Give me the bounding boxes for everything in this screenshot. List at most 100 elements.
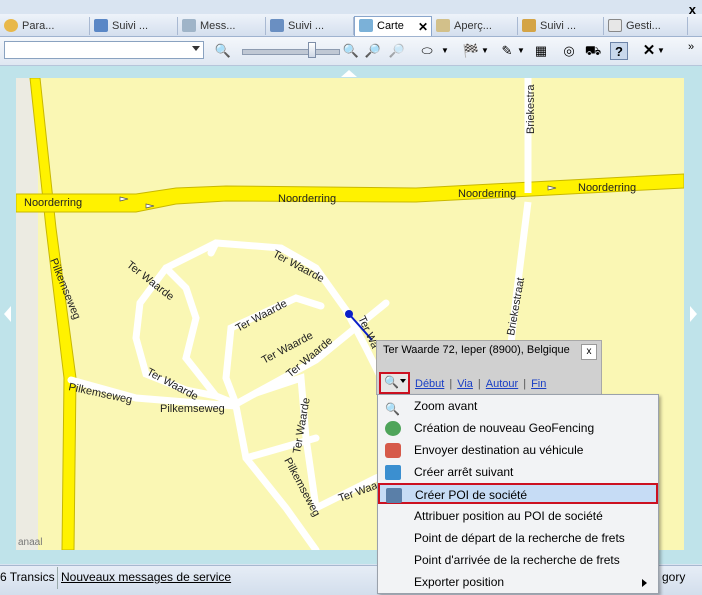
clock-icon [608, 19, 622, 32]
message-icon [182, 19, 196, 32]
add-poi-icon [386, 488, 402, 503]
send-destination-icon [385, 443, 401, 458]
map-icon [359, 19, 373, 32]
tab-suivi-2[interactable]: Suivi ... [266, 17, 354, 35]
chevron-right-icon [642, 579, 647, 587]
document-icon [522, 19, 536, 32]
menu-item-freight-start[interactable]: Point de départ de la recherche de frets [379, 528, 657, 549]
menu-item-label: Création de nouveau GeoFencing [414, 421, 595, 435]
tab-label: Mess... [200, 20, 236, 32]
compass-icon[interactable]: ◎ [560, 42, 578, 60]
tab-suivi-3[interactable]: Suivi ... [518, 17, 604, 35]
zoom-extent-icon[interactable]: 🔎 [388, 42, 406, 60]
menu-item-label: Exporter position [414, 575, 505, 589]
tab-label: Gesti... [626, 20, 661, 32]
zoom-in-icon[interactable]: 🔍 [342, 42, 360, 60]
overview-icon [436, 19, 450, 32]
map-toolbar: 🔍 🔍 🔎 🔎 ⬭ ▼ 🏁 ▼ ✎ ▼ ▦ ◎ ⛟ ? ✕ ▼ » [0, 37, 702, 66]
tab-gestion[interactable]: Gesti... [604, 17, 688, 35]
location-popup: Ter Waarde 72, Ieper (8900), Belgique x … [376, 340, 602, 395]
selected-position-marker [345, 310, 353, 318]
layers-icon[interactable]: ▦ [532, 42, 550, 60]
tab-label: Para... [22, 20, 55, 32]
zoom-slider[interactable] [242, 49, 340, 55]
route-tool-icon[interactable]: ⬭ [416, 42, 438, 60]
tab-suivi-1[interactable]: Suivi ... [90, 17, 178, 35]
menu-item-label: Point de départ de la recherche de frets [414, 531, 625, 545]
zoom-area-icon[interactable]: 🔎 [364, 42, 382, 60]
menu-item-create-company-poi[interactable]: Créer POI de société [378, 483, 658, 504]
tab-label: Aperç... [454, 20, 492, 32]
menu-item-freight-end[interactable]: Point d'arrivée de la recherche de frets [379, 550, 657, 571]
tab-carte[interactable]: Carte ✕ [354, 16, 432, 36]
popup-address: Ter Waarde 72, Ieper (8900), Belgique [383, 344, 570, 356]
pan-left-icon[interactable] [4, 306, 11, 322]
street-label: Noorderring [278, 193, 336, 205]
route-via-link[interactable]: Via [457, 378, 473, 390]
window-close-icon[interactable]: x [689, 2, 696, 17]
menu-item-send-destination[interactable]: Envoyer destination au véhicule [379, 440, 657, 461]
geofence-icon [385, 421, 401, 436]
popup-close-button[interactable]: x [581, 344, 597, 360]
menu-item-next-stop[interactable]: Créer arrêt suivant [379, 462, 657, 483]
street-label: Noorderring [24, 197, 82, 209]
zoom-slider-thumb[interactable] [308, 42, 316, 58]
overflow-icon[interactable]: » [682, 38, 700, 56]
tab-label: Suivi ... [112, 20, 149, 32]
truck-icon[interactable]: ⛟ [584, 42, 602, 60]
map-attribution: anaal [18, 537, 42, 548]
menu-item-label: Envoyer destination au véhicule [414, 443, 584, 457]
tab-apercu[interactable]: Aperç... [432, 17, 518, 35]
tracking-icon [270, 19, 284, 32]
chevron-down-icon[interactable]: ▼ [480, 42, 490, 60]
edit-area-icon[interactable]: ✎ [498, 42, 516, 60]
menu-item-label: Attribuer position au POI de société [414, 509, 603, 523]
pan-up-icon[interactable] [341, 70, 357, 77]
chevron-down-icon[interactable]: ▼ [516, 42, 526, 60]
zoom-out-icon[interactable]: 🔍 [214, 42, 232, 60]
location-search-combo[interactable] [4, 41, 204, 59]
menu-item-assign-poi-position[interactable]: Attribuer position au POI de société [379, 506, 657, 527]
street-label: Noorderring [578, 182, 636, 194]
chevron-down-icon[interactable]: ▼ [440, 42, 450, 60]
menu-item-zoom-in[interactable]: 🔍 Zoom avant [379, 396, 657, 417]
help-icon[interactable]: ? [610, 42, 628, 60]
service-messages-link[interactable]: Nouveaux messages de service [61, 570, 231, 584]
tab-label: Suivi ... [288, 20, 325, 32]
pan-right-icon[interactable] [690, 306, 697, 322]
tab-parametres[interactable]: Para... [0, 17, 90, 35]
route-start-link[interactable]: Début [415, 378, 444, 390]
street-label: Noorderring [458, 188, 516, 200]
tab-bar: Para... Suivi ... Mess... Suivi ... Cart… [0, 14, 702, 37]
chevron-down-icon [400, 379, 406, 383]
menu-item-export-position[interactable]: Exporter position [379, 572, 657, 593]
close-tab-icon[interactable]: ✕ [418, 18, 428, 36]
street-label: Pilkemseweg [160, 403, 225, 415]
menu-item-label: Point d'arrivée de la recherche de frets [414, 553, 620, 567]
settings-icon [4, 19, 18, 32]
tab-messages[interactable]: Mess... [178, 17, 266, 35]
menu-item-label: Créer POI de société [415, 488, 528, 502]
status-divider [57, 567, 58, 589]
street-label: Ter Waarde [234, 298, 289, 335]
category-label: gory [662, 570, 686, 584]
zoom-in-icon: 🔍 [385, 402, 400, 416]
add-stop-icon [385, 465, 401, 480]
tab-label: Carte [377, 20, 404, 32]
street-label: Briekestraat [505, 277, 527, 337]
zoom-in-icon: 🔍 [384, 375, 399, 389]
chevron-down-icon[interactable] [192, 46, 200, 51]
tab-label: Suivi ... [540, 20, 577, 32]
menu-item-label: Zoom avant [414, 399, 478, 413]
checkered-flag-icon[interactable]: 🏁 [462, 42, 480, 60]
transics-count: 6 Transics [0, 570, 55, 584]
chevron-down-icon[interactable]: ▼ [656, 42, 666, 60]
route-detour-link[interactable]: Autour [486, 378, 518, 390]
route-end-link[interactable]: Fin [531, 378, 546, 390]
street-label: Briekestra [525, 84, 537, 134]
menu-item-label: Créer arrêt suivant [414, 465, 514, 479]
context-menu: 🔍 Zoom avant Création de nouveau GeoFenc… [377, 394, 659, 594]
tracking-icon [94, 19, 108, 32]
menu-item-geofencing[interactable]: Création de nouveau GeoFencing [379, 418, 657, 439]
actions-menu-button[interactable]: 🔍 [379, 372, 410, 394]
